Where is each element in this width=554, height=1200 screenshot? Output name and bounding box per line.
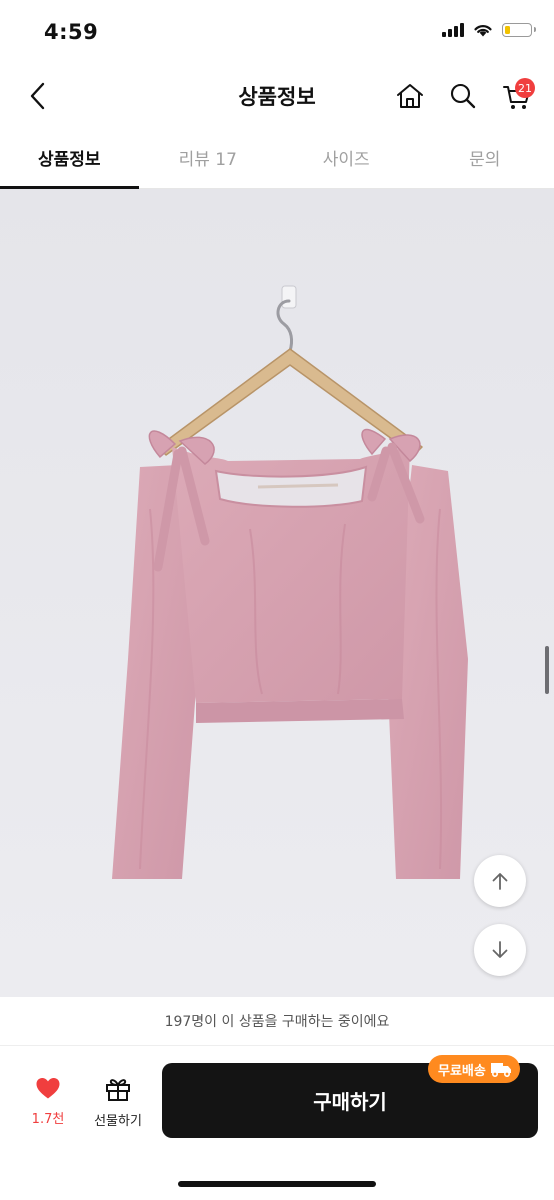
app-header: 상품정보 21 — [0, 66, 554, 126]
tab-reviews[interactable]: 리뷰 17 — [139, 126, 278, 188]
home-icon — [397, 84, 423, 108]
arrow-up-icon — [492, 873, 508, 890]
like-button[interactable]: 1.7천 — [22, 1076, 74, 1136]
scroll-indicator[interactable] — [545, 646, 549, 694]
cart-button[interactable]: 21 — [497, 76, 537, 116]
free-shipping-label: 무료배송 — [438, 1063, 486, 1079]
arrow-down-icon — [492, 941, 508, 958]
home-indicator — [178, 1181, 376, 1187]
product-photo — [0, 189, 554, 997]
scroll-up-button[interactable] — [474, 855, 526, 907]
status-icons — [442, 22, 536, 37]
product-image — [0, 189, 554, 997]
status-bar: 4:59 — [0, 0, 554, 66]
truck-icon — [490, 1063, 511, 1077]
cart-badge: 21 — [515, 78, 535, 98]
tab-size[interactable]: 사이즈 — [277, 126, 416, 188]
gift-button[interactable]: 선물하기 — [86, 1076, 150, 1136]
free-shipping-badge: 무료배송 — [428, 1055, 520, 1083]
tab-product-info[interactable]: 상품정보 — [0, 126, 139, 189]
tab-bar: 상품정보 리뷰 17 사이즈 문의 — [0, 126, 554, 189]
like-count: 1.7천 — [31, 1112, 65, 1127]
gift-label: 선물하기 — [94, 1114, 142, 1129]
search-icon — [450, 83, 476, 109]
scroll-down-button[interactable] — [474, 924, 526, 976]
buying-notice: 197명이 이 상품을 구매하는 중이에요 — [0, 997, 554, 1046]
search-button[interactable] — [443, 76, 483, 116]
battery-low-icon — [502, 22, 536, 37]
gift-icon — [106, 1079, 130, 1101]
home-button[interactable] — [390, 76, 430, 116]
status-time: 4:59 — [44, 20, 99, 44]
heart-icon — [36, 1078, 60, 1099]
tab-inquiry[interactable]: 문의 — [416, 126, 554, 188]
signal-icon — [442, 22, 464, 37]
wifi-icon — [474, 25, 492, 37]
